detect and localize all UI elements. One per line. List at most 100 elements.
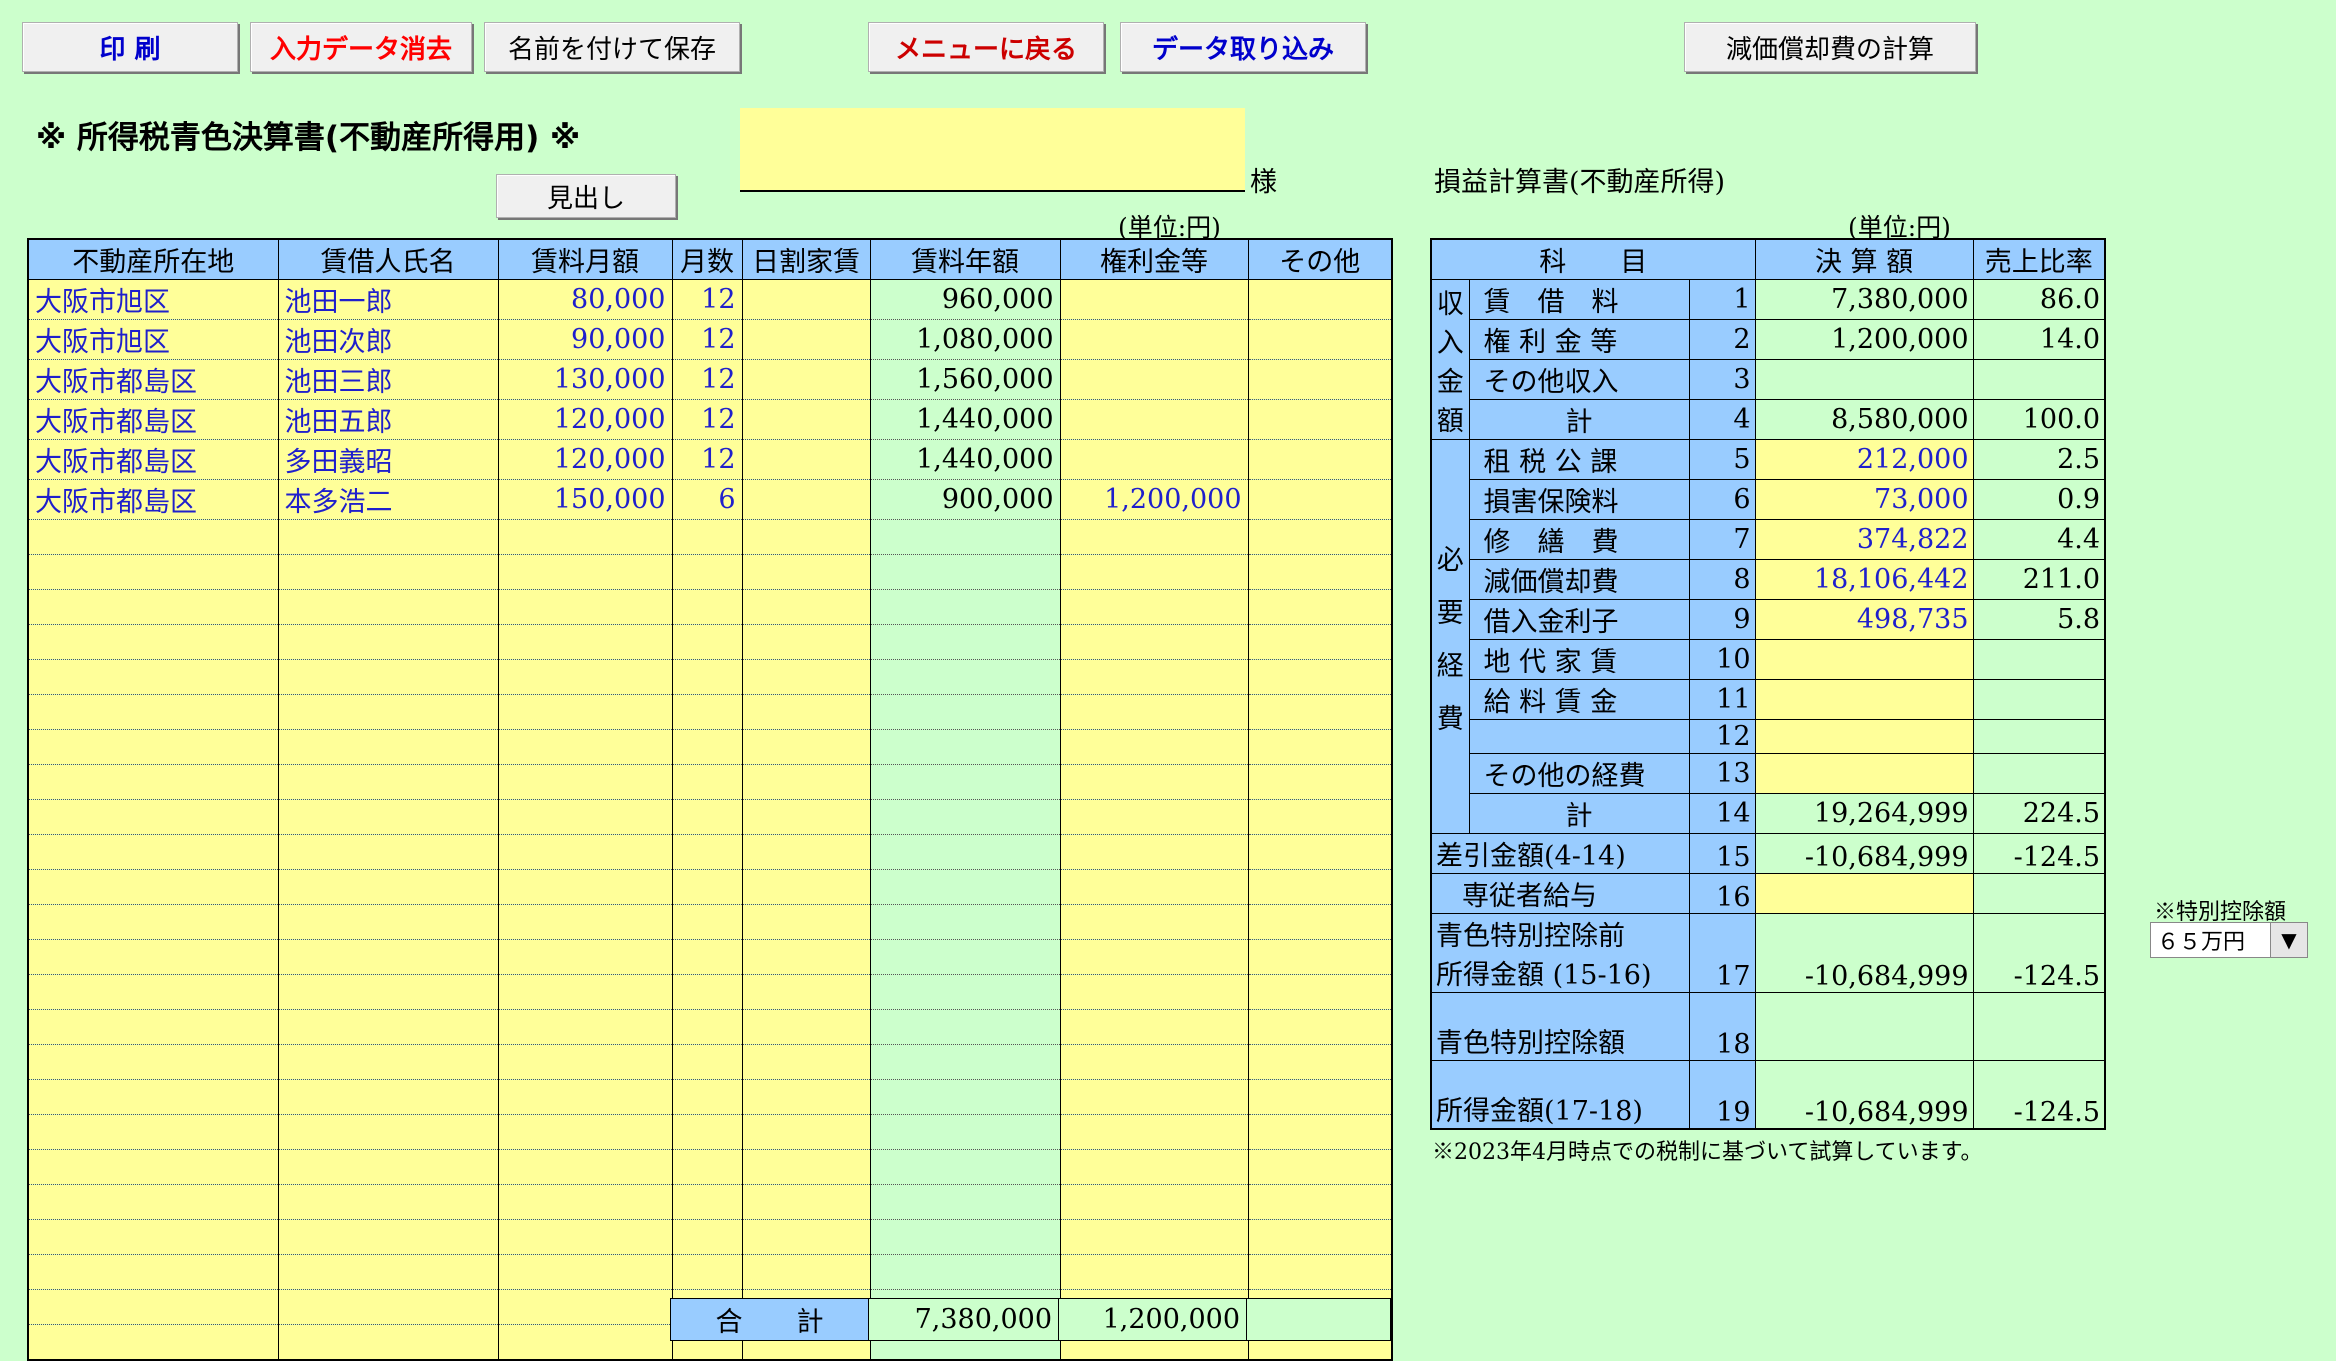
rent-cell[interactable]	[1247, 359, 1393, 400]
rent-cell[interactable]	[741, 799, 871, 835]
rent-cell[interactable]	[27, 589, 279, 625]
rent-cell[interactable]	[741, 834, 871, 870]
rent-cell[interactable]	[27, 1149, 279, 1185]
rent-cell[interactable]	[1247, 439, 1393, 480]
rent-cell[interactable]	[671, 1149, 743, 1185]
rent-cell[interactable]	[671, 904, 743, 940]
rent-cell[interactable]	[1247, 1044, 1393, 1080]
rent-cell[interactable]	[671, 1044, 743, 1080]
rent-cell[interactable]	[27, 1289, 279, 1325]
rent-cell[interactable]	[741, 1114, 871, 1150]
clear-input-button[interactable]: 入力データ消去	[250, 22, 472, 72]
rent-cell[interactable]	[1247, 659, 1393, 695]
rent-cell[interactable]	[27, 1044, 279, 1080]
rent-cell[interactable]	[1059, 1149, 1249, 1185]
pl-amount[interactable]	[1754, 873, 1974, 914]
rent-cell[interactable]	[1247, 939, 1393, 975]
rent-cell[interactable]	[671, 1114, 743, 1150]
rent-cell[interactable]	[497, 799, 673, 835]
rent-cell[interactable]	[1059, 439, 1249, 480]
pl-amount[interactable]	[1754, 639, 1974, 680]
rent-cell[interactable]	[741, 439, 871, 480]
rent-cell[interactable]	[671, 1184, 743, 1220]
rent-cell[interactable]	[27, 939, 279, 975]
rent-cell[interactable]	[1247, 1254, 1393, 1290]
rent-cell[interactable]	[741, 1254, 871, 1290]
rent-cell[interactable]	[1059, 1079, 1249, 1115]
rent-cell[interactable]: 150,000	[497, 479, 673, 520]
rent-cell[interactable]	[27, 1219, 279, 1255]
rent-cell[interactable]	[1059, 939, 1249, 975]
rent-cell[interactable]: 80,000	[497, 279, 673, 320]
rent-cell[interactable]	[277, 764, 499, 800]
rent-cell[interactable]	[1247, 1009, 1393, 1045]
rent-cell[interactable]	[277, 1184, 499, 1220]
rent-cell[interactable]: 大阪市都島区	[27, 399, 279, 440]
rent-cell[interactable]	[497, 1324, 673, 1361]
rent-cell[interactable]	[497, 589, 673, 625]
rent-cell[interactable]	[1059, 904, 1249, 940]
rent-cell[interactable]	[27, 659, 279, 695]
rent-cell[interactable]: 12	[671, 279, 743, 320]
dropdown-arrow-icon[interactable]: ▼	[2270, 923, 2307, 957]
rent-cell[interactable]	[1059, 554, 1249, 590]
rent-cell[interactable]	[671, 1009, 743, 1045]
rent-cell[interactable]	[27, 624, 279, 660]
rent-cell[interactable]	[27, 1324, 279, 1361]
rent-cell[interactable]	[671, 729, 743, 765]
rent-cell[interactable]	[1059, 869, 1249, 905]
rent-cell[interactable]	[671, 659, 743, 695]
pl-amount[interactable]	[1754, 719, 1974, 754]
rent-cell[interactable]	[1247, 869, 1393, 905]
rent-cell[interactable]	[1059, 1219, 1249, 1255]
rent-cell[interactable]	[1059, 399, 1249, 440]
rent-cell[interactable]	[497, 1219, 673, 1255]
rent-cell[interactable]: 12	[671, 399, 743, 440]
rent-cell[interactable]	[27, 729, 279, 765]
rent-cell[interactable]	[497, 554, 673, 590]
rent-cell[interactable]	[741, 399, 871, 440]
rent-cell[interactable]	[277, 589, 499, 625]
rent-cell[interactable]	[1247, 904, 1393, 940]
rent-cell[interactable]	[27, 1009, 279, 1045]
rent-cell[interactable]	[1247, 519, 1393, 555]
rent-cell[interactable]	[741, 974, 871, 1010]
rent-cell[interactable]	[497, 834, 673, 870]
rent-cell[interactable]	[1059, 1009, 1249, 1045]
pl-amount[interactable]	[1754, 753, 1974, 794]
rent-cell[interactable]	[497, 939, 673, 975]
rent-cell[interactable]: 6	[671, 479, 743, 520]
rent-cell[interactable]	[1247, 1079, 1393, 1115]
rent-cell[interactable]	[1247, 764, 1393, 800]
rent-cell[interactable]	[741, 319, 871, 360]
rent-cell[interactable]	[1059, 799, 1249, 835]
save-as-button[interactable]: 名前を付けて保存	[484, 22, 740, 72]
rent-cell[interactable]	[741, 519, 871, 555]
pl-amount[interactable]: 498,735	[1754, 599, 1974, 640]
rent-cell[interactable]	[1247, 319, 1393, 360]
rent-cell[interactable]	[741, 939, 871, 975]
rent-cell[interactable]	[497, 764, 673, 800]
rent-cell[interactable]	[277, 519, 499, 555]
rent-cell[interactable]	[497, 974, 673, 1010]
rent-cell[interactable]	[277, 1114, 499, 1150]
rent-cell[interactable]	[277, 834, 499, 870]
rent-cell[interactable]	[27, 904, 279, 940]
pl-amount[interactable]: 73,000	[1754, 479, 1974, 520]
rent-cell[interactable]	[27, 869, 279, 905]
rent-cell[interactable]	[1247, 554, 1393, 590]
rent-cell[interactable]	[497, 1289, 673, 1325]
rent-cell[interactable]	[27, 764, 279, 800]
rent-cell[interactable]	[671, 519, 743, 555]
rent-cell[interactable]	[1059, 659, 1249, 695]
rent-cell[interactable]: 池田次郎	[277, 319, 499, 360]
rent-cell[interactable]	[27, 554, 279, 590]
rent-cell[interactable]: 大阪市都島区	[27, 479, 279, 520]
rent-cell[interactable]	[277, 1009, 499, 1045]
import-data-button[interactable]: データ取り込み	[1120, 22, 1366, 72]
rent-cell[interactable]	[741, 1009, 871, 1045]
pl-amount[interactable]	[1754, 679, 1974, 720]
name-input[interactable]	[740, 108, 1245, 192]
deduction-select[interactable]: ６５万円 ▼	[2150, 922, 2308, 958]
rent-cell[interactable]	[741, 1044, 871, 1080]
